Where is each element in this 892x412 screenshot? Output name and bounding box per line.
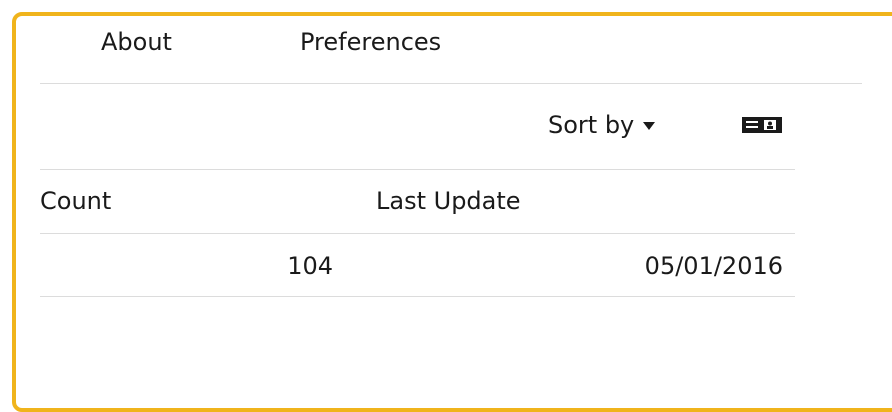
column-header-last-update[interactable]: Last Update (376, 189, 521, 213)
column-header-count[interactable]: Count (40, 189, 111, 213)
nav-about-link[interactable]: About (101, 30, 172, 54)
sort-by-label: Sort by (548, 111, 635, 139)
header-bottom-divider (40, 233, 795, 234)
cell-count: 104 (287, 252, 333, 280)
cell-last-update: 05/01/2016 (644, 252, 783, 280)
row-divider (40, 296, 795, 297)
caret-down-icon (643, 122, 656, 130)
sort-by-button[interactable]: Sort by (548, 111, 656, 139)
header-top-divider (40, 169, 795, 170)
nav-preferences-link[interactable]: Preferences (300, 30, 441, 54)
nav-divider (40, 83, 862, 84)
card-view-icon[interactable] (742, 117, 782, 133)
